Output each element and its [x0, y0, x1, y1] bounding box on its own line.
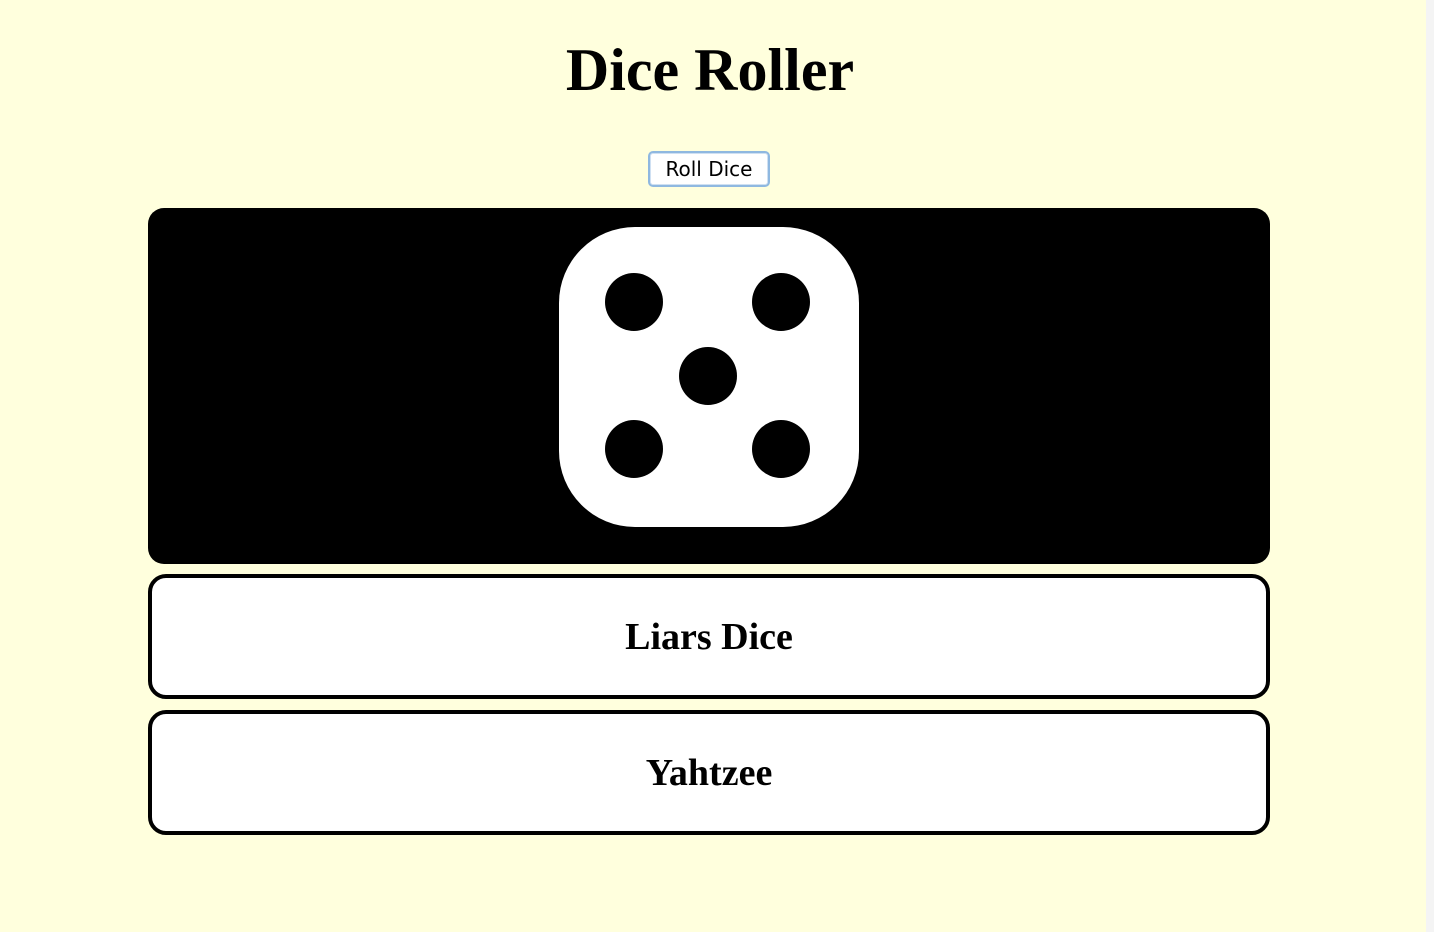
- die-five-icon: [559, 227, 859, 527]
- die-pip: [752, 273, 810, 331]
- die-pip: [752, 420, 810, 478]
- die-pip: [605, 420, 663, 478]
- window-right-edge: [1426, 0, 1434, 932]
- page-title: Dice Roller: [565, 37, 855, 103]
- game-card-liars-dice[interactable]: Liars Dice: [148, 574, 1270, 699]
- die-pip: [679, 347, 737, 405]
- game-card-label: Yahtzee: [645, 751, 773, 794]
- roll-dice-button[interactable]: Roll Dice: [648, 151, 770, 187]
- game-card-label: Liars Dice: [625, 615, 793, 658]
- game-card-yahtzee[interactable]: Yahtzee: [148, 710, 1270, 835]
- die-pip: [605, 273, 663, 331]
- dice-display-panel: [148, 208, 1270, 564]
